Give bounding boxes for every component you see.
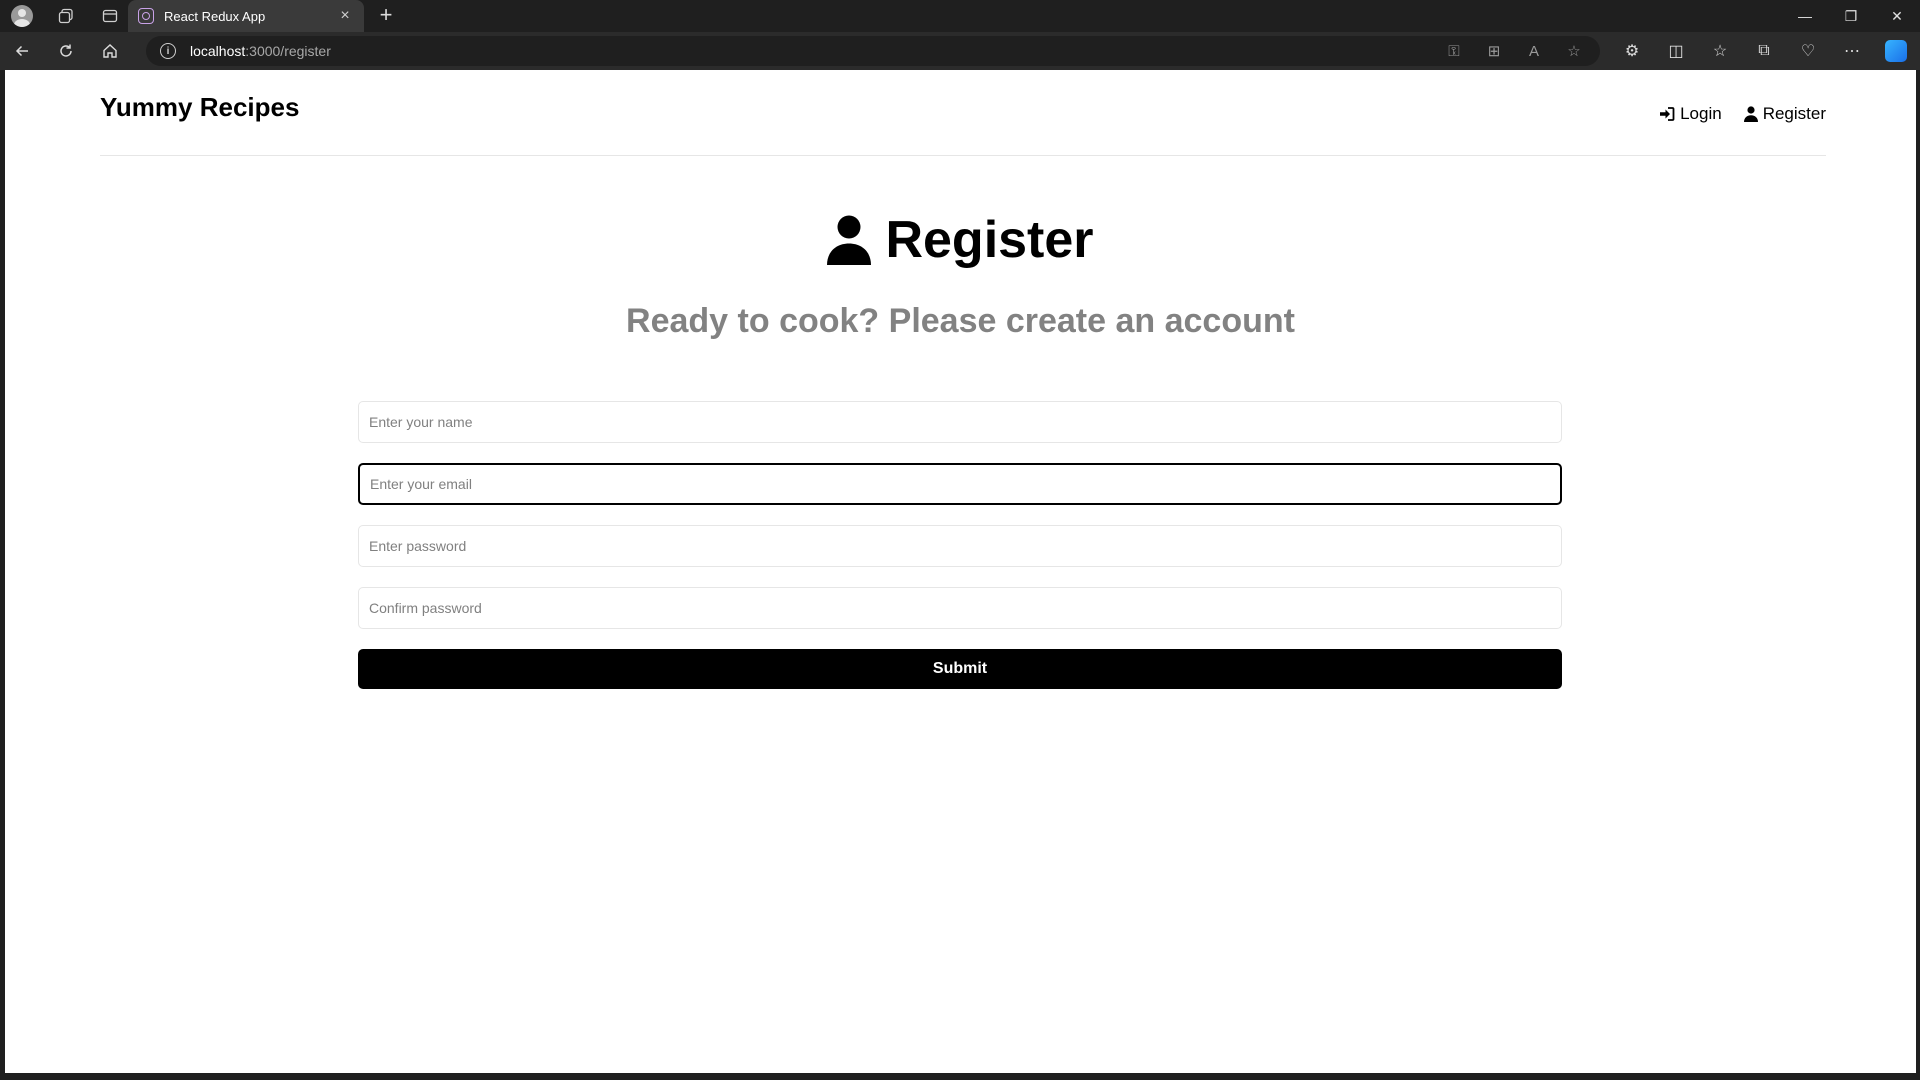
- split-screen-icon[interactable]: ◫: [1654, 32, 1698, 70]
- profile-icon[interactable]: [0, 0, 44, 32]
- page-subtitle: Ready to cook? Please create an account: [626, 302, 1295, 340]
- email-field[interactable]: [358, 463, 1562, 505]
- favorites-icon[interactable]: ☆: [1698, 32, 1742, 70]
- register-label: Register: [1762, 104, 1826, 123]
- browser-right-tools: ⚙ ◫ ☆ ⧉ ♡ ⋯: [1610, 32, 1918, 70]
- read-aloud-icon[interactable]: A: [1514, 36, 1554, 66]
- user-icon: [827, 215, 872, 265]
- browser-title-bar: React Redux App × + — ❐ ✕: [0, 0, 1920, 32]
- user-icon: [1743, 106, 1758, 122]
- login-label: Login: [1680, 104, 1722, 123]
- extensions-icon[interactable]: ⚙: [1610, 32, 1654, 70]
- more-menu-icon[interactable]: ⋯: [1830, 32, 1874, 70]
- password-key-icon[interactable]: ⚿: [1434, 36, 1474, 66]
- close-window-button[interactable]: ✕: [1874, 0, 1920, 32]
- home-icon[interactable]: [88, 32, 132, 70]
- site-info-icon[interactable]: i: [160, 43, 176, 59]
- react-favicon-icon: [138, 8, 154, 24]
- name-field[interactable]: [358, 401, 1562, 443]
- password-field[interactable]: [358, 525, 1562, 567]
- restore-button[interactable]: ❐: [1828, 0, 1874, 32]
- tab-title: React Redux App: [164, 8, 266, 24]
- register-link[interactable]: Register: [1743, 104, 1826, 124]
- browser-essentials-icon[interactable]: ♡: [1786, 32, 1830, 70]
- url-path: :3000/register: [245, 43, 331, 59]
- login-link[interactable]: Login: [1659, 104, 1722, 124]
- address-bar[interactable]: i localhost:3000/register ⚿ ⊞ A ☆: [146, 36, 1600, 66]
- window-bottom-edge: [0, 1073, 1920, 1080]
- copilot-icon[interactable]: [1874, 32, 1918, 70]
- collections-icon[interactable]: ⧉: [1742, 32, 1786, 70]
- window-controls: — ❐ ✕: [1782, 0, 1920, 32]
- address-bar-actions: ⚿ ⊞ A ☆: [1434, 36, 1594, 66]
- workspaces-icon[interactable]: [44, 0, 88, 32]
- vertical-tabs-icon[interactable]: [88, 0, 132, 32]
- back-icon[interactable]: [0, 32, 44, 70]
- header-nav: Login Register: [1637, 104, 1826, 124]
- page-viewport: Yummy Recipes Login Register Register Re…: [5, 70, 1916, 1073]
- site-logo[interactable]: Yummy Recipes: [100, 92, 299, 123]
- tab-react-redux-app[interactable]: React Redux App ×: [128, 0, 364, 32]
- page-title: Register: [885, 211, 1094, 269]
- register-form: Submit: [358, 401, 1562, 689]
- close-tab-icon[interactable]: ×: [336, 7, 354, 25]
- refresh-icon[interactable]: [44, 32, 88, 70]
- page-heading: Register: [5, 210, 1916, 270]
- url-host: localhost: [190, 43, 246, 59]
- submit-button[interactable]: Submit: [358, 649, 1562, 689]
- confirm-password-field[interactable]: [358, 587, 1562, 629]
- new-tab-button[interactable]: +: [374, 4, 398, 28]
- sign-in-icon: [1660, 107, 1675, 121]
- favorite-star-icon[interactable]: ☆: [1554, 36, 1594, 66]
- site-header: Yummy Recipes Login Register: [100, 70, 1826, 156]
- browser-toolbar: i localhost:3000/register ⚿ ⊞ A ☆ ⚙ ◫ ☆ …: [0, 32, 1920, 70]
- minimize-button[interactable]: —: [1782, 0, 1828, 32]
- app-available-icon[interactable]: ⊞: [1474, 36, 1514, 66]
